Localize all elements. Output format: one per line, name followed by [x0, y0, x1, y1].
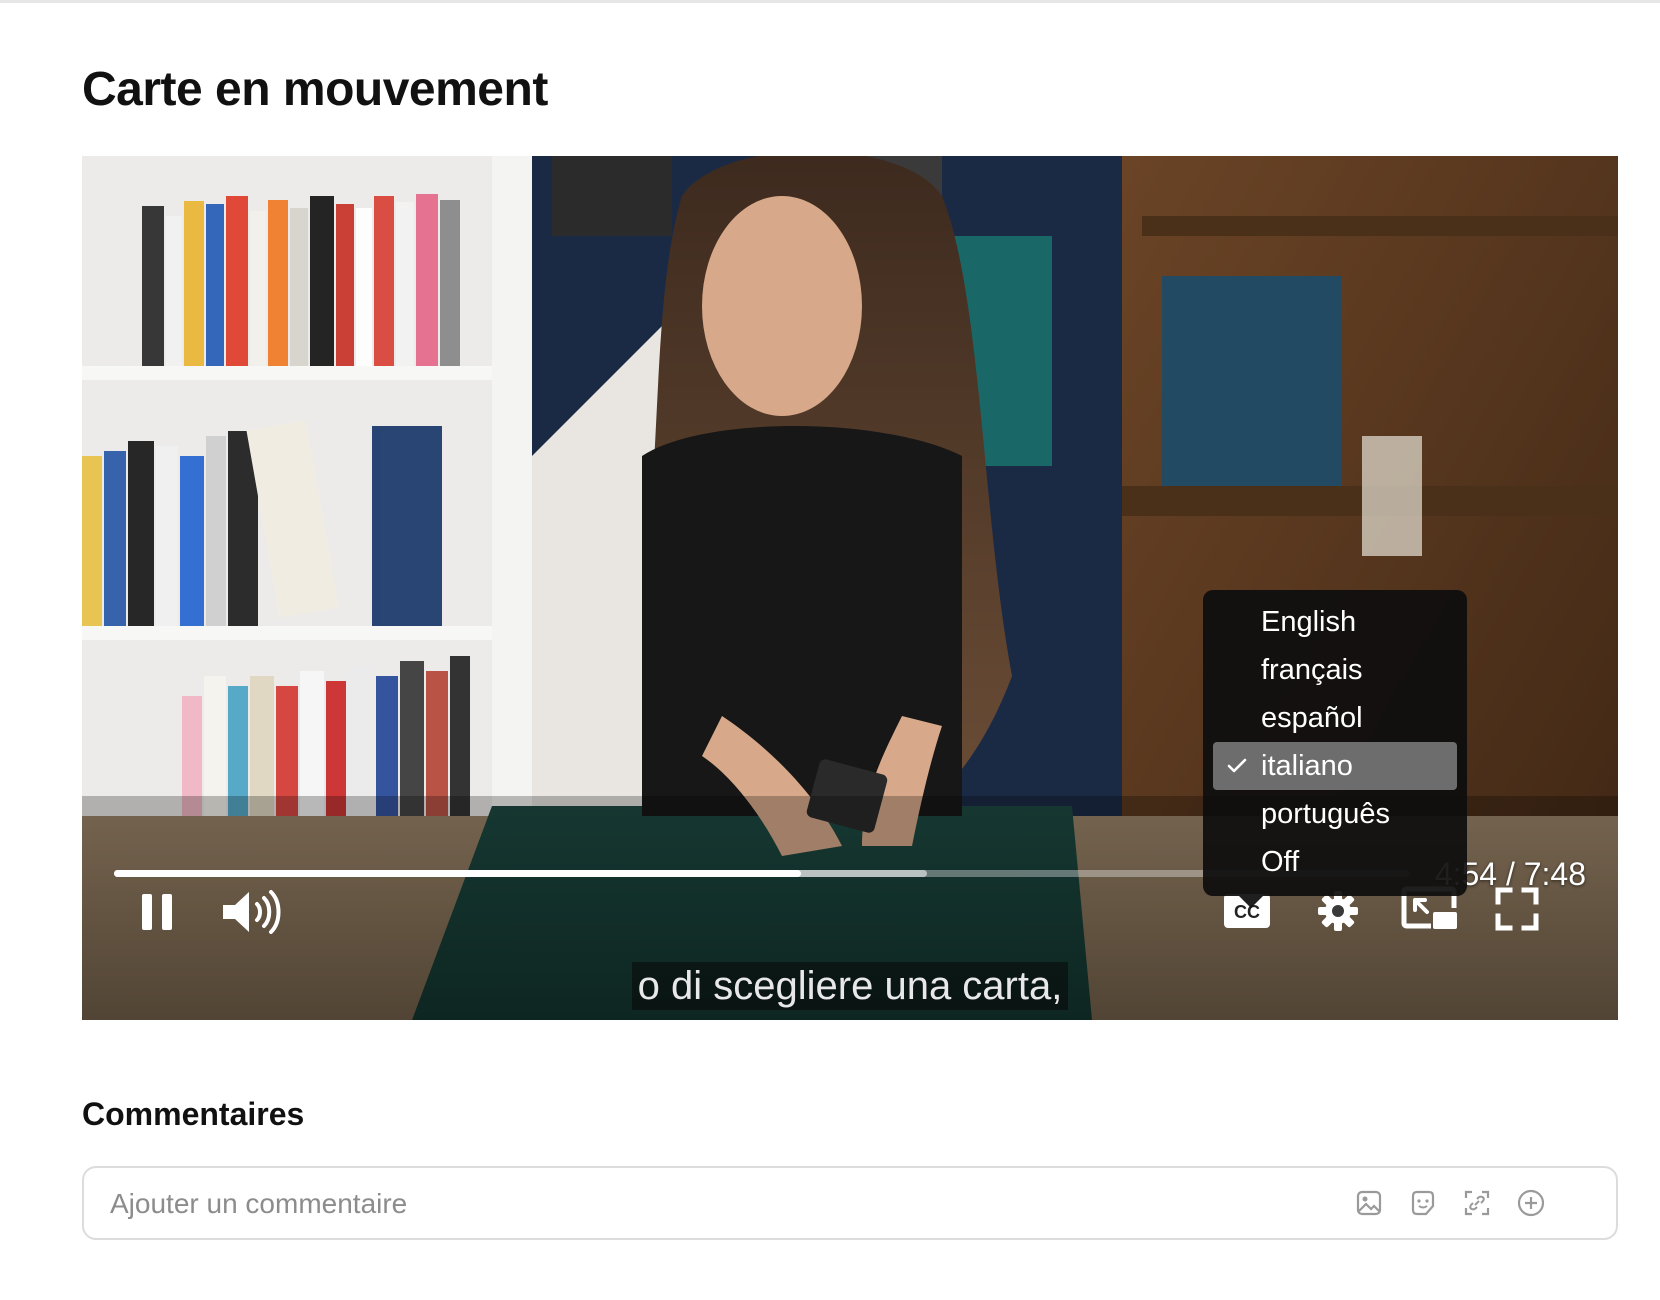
captions-option-label: português	[1261, 798, 1390, 830]
captions-menu: English français español italiano portug…	[1203, 590, 1467, 908]
add-sticker-button[interactable]	[1406, 1186, 1440, 1220]
captions-option-portugues[interactable]: português	[1213, 790, 1457, 838]
played-progress	[114, 870, 801, 877]
captions-option-francais[interactable]: français	[1213, 646, 1457, 694]
more-options-button[interactable]	[1514, 1186, 1548, 1220]
captions-option-espanol[interactable]: español	[1213, 694, 1457, 742]
add-image-button[interactable]	[1352, 1186, 1386, 1220]
gear-icon	[1318, 891, 1358, 931]
image-icon	[1356, 1190, 1382, 1216]
captions-option-english[interactable]: English	[1213, 598, 1457, 646]
captions-option-label: italiano	[1261, 750, 1353, 782]
captions-option-label: English	[1261, 606, 1357, 638]
checkmark-icon	[1227, 598, 1249, 646]
pause-icon	[142, 894, 172, 930]
comment-composer	[82, 1166, 1618, 1240]
volume-button[interactable]	[220, 884, 284, 940]
pause-button[interactable]	[132, 884, 182, 940]
video-player[interactable]: 4:54 / 7:48 CC o di scegliere una carta,…	[82, 156, 1618, 1020]
captions-option-label: Off	[1261, 846, 1300, 878]
checkmark-icon	[1227, 790, 1249, 838]
fullscreen-icon	[1495, 887, 1539, 931]
link-icon	[1464, 1190, 1490, 1216]
subtitle-text: o di scegliere una carta,	[631, 962, 1069, 1010]
plus-circle-icon	[1517, 1189, 1545, 1217]
checkmark-icon	[1227, 838, 1249, 886]
add-link-button[interactable]	[1460, 1186, 1494, 1220]
comment-input[interactable]	[108, 1168, 1262, 1240]
captions-option-label: español	[1261, 702, 1363, 734]
captions-option-off[interactable]: Off	[1213, 838, 1457, 886]
top-divider	[0, 0, 1660, 3]
fullscreen-button[interactable]	[1494, 886, 1540, 932]
subtitle-caption: o di scegliere una carta,	[82, 962, 1618, 1010]
checkmark-icon	[1227, 742, 1249, 790]
sticker-icon	[1411, 1190, 1435, 1216]
volume-icon	[223, 890, 281, 934]
comments-heading: Commentaires	[82, 1096, 305, 1132]
captions-option-italiano[interactable]: italiano	[1213, 742, 1457, 790]
checkmark-icon	[1227, 694, 1249, 742]
captions-option-label: français	[1261, 654, 1363, 686]
page-title: Carte en mouvement	[82, 63, 548, 116]
checkmark-icon	[1227, 646, 1249, 694]
